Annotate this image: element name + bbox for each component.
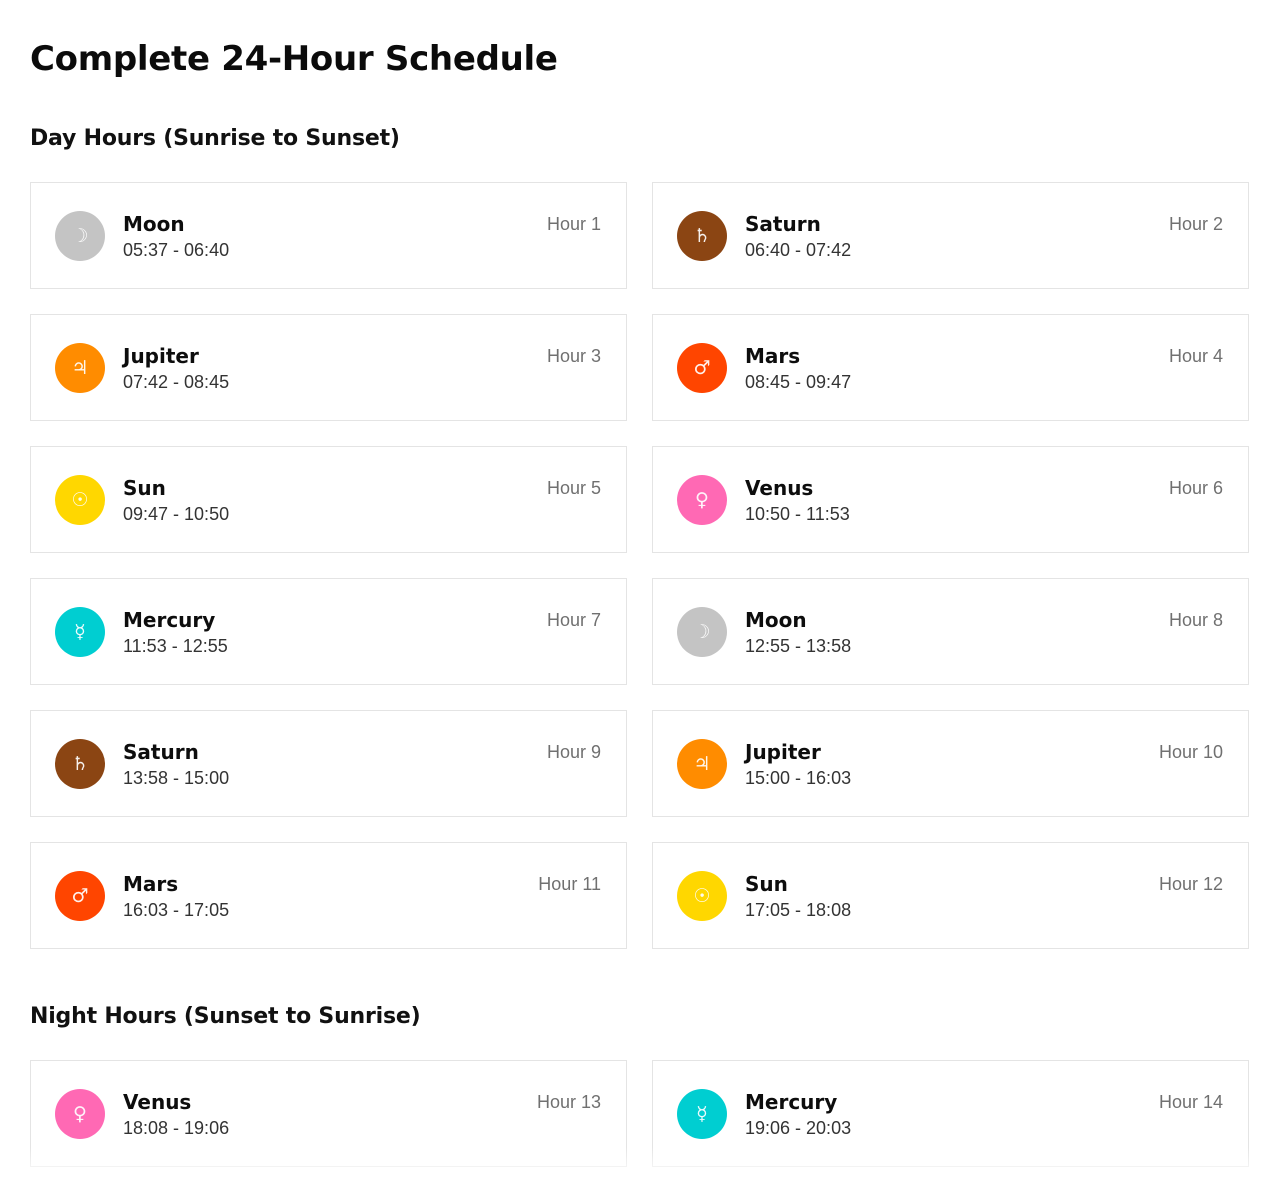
hour-number-label: Hour 7	[546, 610, 601, 630]
time-range: 19:06 - 20:03	[745, 1118, 852, 1138]
mars-symbol-icon: ♂	[677, 343, 727, 393]
moon-symbol-icon: ☽	[55, 211, 105, 261]
hour-number-label: Hour 11	[538, 874, 601, 894]
planetary-hour-card[interactable]: ☉ Sun 09:47 - 10:50 Hour 5	[30, 446, 627, 553]
time-range: 15:00 - 16:03	[745, 768, 852, 788]
day-hours-grid: ☽ Moon 05:37 - 06:40 Hour 1 ♄ Saturn 06:40 - 0…	[30, 182, 1250, 949]
planet-name: Sun	[745, 872, 788, 896]
planet-name: Jupiter	[123, 344, 199, 368]
hour-number-label: Hour 5	[546, 478, 601, 498]
planet-name: Mars	[123, 872, 179, 896]
time-range: 07:42 - 08:45	[123, 372, 230, 392]
venus-symbol-icon: ♀	[55, 1089, 105, 1139]
planet-name: Moon	[123, 212, 185, 236]
planetary-hour-card[interactable]: ♀ Venus 18:08 - 19:06 Hour 13	[30, 1060, 627, 1167]
jupiter-symbol-icon: ♃	[677, 739, 727, 789]
time-range: 05:37 - 06:40	[123, 240, 230, 260]
page-title: Complete 24-Hour Schedule	[30, 39, 558, 79]
hour-number-label: Hour 3	[546, 346, 601, 366]
hour-number-label: Hour 13	[536, 1092, 601, 1112]
planetary-hour-card[interactable]: ♀ Venus 10:50 - 11:53 Hour 6	[652, 446, 1249, 553]
planetary-hour-card[interactable]: ♂ Mars 08:45 - 09:47 Hour 4	[652, 314, 1249, 421]
planet-name: Venus	[123, 1090, 192, 1114]
planetary-hour-card[interactable]: ♄ Saturn 06:40 - 07:42 Hour 2	[652, 182, 1249, 289]
planet-name: Moon	[745, 608, 807, 632]
planet-name: Mercury	[745, 1090, 838, 1114]
mars-symbol-icon: ♂	[55, 871, 105, 921]
hour-number-label: Hour 8	[1168, 610, 1223, 630]
mercury-symbol-icon: ☿	[677, 1089, 727, 1139]
time-range: 06:40 - 07:42	[745, 240, 852, 260]
planetary-hour-card[interactable]: ☉ Sun 17:05 - 18:08 Hour 12	[652, 842, 1249, 949]
time-range: 17:05 - 18:08	[745, 900, 852, 920]
hour-number-label: Hour 6	[1168, 478, 1223, 498]
mercury-symbol-icon: ☿	[55, 607, 105, 657]
planetary-hour-card[interactable]: ♃ Jupiter 15:00 - 16:03 Hour 10	[652, 710, 1249, 817]
venus-symbol-icon: ♀	[677, 475, 727, 525]
planet-name: Mars	[745, 344, 801, 368]
saturn-symbol-icon: ♄	[55, 739, 105, 789]
section-title-day-hours: Day Hours (Sunrise to Sunset)	[30, 126, 400, 151]
planet-name: Sun	[123, 476, 166, 500]
planet-name: Saturn	[123, 740, 199, 764]
planetary-hour-card[interactable]: ☿ Mercury 19:06 - 20:03 Hour 14	[652, 1060, 1249, 1167]
moon-symbol-icon: ☽	[677, 607, 727, 657]
hour-number-label: Hour 12	[1158, 874, 1223, 894]
sun-symbol-icon: ☉	[55, 475, 105, 525]
planetary-hour-card[interactable]: ☽ Moon 12:55 - 13:58 Hour 8	[652, 578, 1249, 685]
time-range: 09:47 - 10:50	[123, 504, 230, 524]
time-range: 11:53 - 12:55	[123, 636, 228, 656]
time-range: 16:03 - 17:05	[123, 900, 230, 920]
time-range: 08:45 - 09:47	[745, 372, 852, 392]
section-title-night-hours: Night Hours (Sunset to Sunrise)	[30, 1004, 421, 1029]
planetary-hour-card[interactable]: ♄ Saturn 13:58 - 15:00 Hour 9	[30, 710, 627, 817]
planet-name: Mercury	[123, 608, 216, 632]
time-range: 18:08 - 19:06	[123, 1118, 230, 1138]
planetary-hour-card[interactable]: ☿ Mercury 11:53 - 12:55 Hour 7	[30, 578, 627, 685]
planetary-hour-card[interactable]: ♂ Mars 16:03 - 17:05 Hour 11	[30, 842, 627, 949]
saturn-symbol-icon: ♄	[677, 211, 727, 261]
time-range: 12:55 - 13:58	[745, 636, 852, 656]
hour-number-label: Hour 2	[1168, 214, 1223, 234]
hour-number-label: Hour 1	[546, 214, 601, 234]
sun-symbol-icon: ☉	[677, 871, 727, 921]
hour-number-label: Hour 4	[1168, 346, 1223, 366]
planetary-hour-card[interactable]: ♃ Jupiter 07:42 - 08:45 Hour 3	[30, 314, 627, 421]
hour-number-label: Hour 9	[546, 742, 601, 762]
planetary-hour-card[interactable]: ☽ Moon 05:37 - 06:40 Hour 1	[30, 182, 627, 289]
hour-number-label: Hour 10	[1158, 742, 1223, 762]
night-hours-grid: ♀ Venus 18:08 - 19:06 Hour 13 ☿ Mercury 19:06 …	[30, 1060, 1250, 1167]
planet-name: Jupiter	[745, 740, 821, 764]
planet-name: Venus	[745, 476, 814, 500]
planet-name: Saturn	[745, 212, 821, 236]
hour-number-label: Hour 14	[1158, 1092, 1223, 1112]
time-range: 13:58 - 15:00	[123, 768, 230, 788]
time-range: 10:50 - 11:53	[745, 504, 850, 524]
jupiter-symbol-icon: ♃	[55, 343, 105, 393]
